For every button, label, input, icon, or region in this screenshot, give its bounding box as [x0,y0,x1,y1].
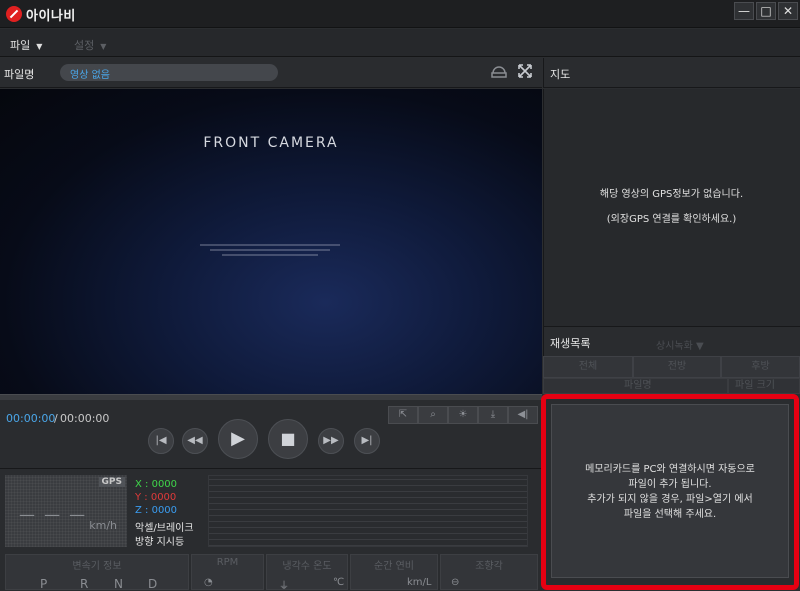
gear-panel: 변속기 정보 P R N D [5,554,189,591]
gear-n: N [114,577,123,591]
thermometer-icon: ⏚ [279,581,289,591]
fuel-header: 순간 연비 [374,561,414,572]
fine-print-line [210,249,330,251]
accel-brake-label: 악셀/브레이크 [135,523,194,534]
x-coordinate: X : 0000 [135,479,178,490]
map-title: 지도 [550,68,571,81]
gps-badge: GPS [98,477,125,487]
map-no-gps-message: 해당 영상의 GPS정보가 없습니다. [599,189,744,200]
tab-front[interactable]: 전방 [633,356,721,378]
rpm-panel: RPM ◔ [191,554,264,590]
tab-rear[interactable]: 후방 [721,356,800,378]
menu-bar [0,29,800,57]
notice-line: 추가가 되지 않을 경우, 파일>열기 에서 [587,494,753,505]
fuel-unit: km/L [407,577,432,588]
file-name-value: 영상 없음 [70,70,110,81]
export-icon[interactable]: ⇱ [388,406,418,424]
fuel-panel: 순간 연비 km/L [350,554,438,590]
gauge-icon: ◔ [204,577,213,588]
gear-header: 변속기 정보 [72,561,122,572]
gear-d: D [148,577,158,591]
playlist-empty-notice: 메모리카드를 PC와 연결하시면 자동으로 파일이 추가 됩니다. 추가가 되지… [551,404,789,578]
speed-unit: km/h [89,519,117,532]
fine-print-line [200,244,340,246]
menu-settings-label: 설정 [74,39,95,52]
map-header: 지도 [543,58,800,88]
inavi-logo-icon [6,6,22,22]
column-file-size[interactable]: 파일 크기 [728,378,800,394]
fast-forward-button[interactable]: ▶▶ [318,428,344,454]
notice-line: 파일이 추가 됩니다. [628,479,712,490]
coolant-panel: 냉각수 온도 ⏚ ℃ [266,554,348,591]
zoom-icon[interactable]: ⌕ [418,406,448,424]
menu-settings[interactable]: 설정 ▼ [74,37,106,53]
file-name-field: 영상 없음 [60,64,278,81]
caret-down-icon: ▼ [36,42,43,51]
sensor-graph [208,475,528,547]
notice-text: 메모리카드를 PC와 연결하시면 자동으로 파일이 추가 됩니다. 추가가 되지… [552,462,788,522]
current-time: 00:00:00 [6,412,56,425]
app-logo: 아이나비 [6,5,76,24]
play-button[interactable]: ▶ [218,419,258,459]
app-title: 아이나비 [26,8,76,24]
close-button[interactable]: ✕ [778,2,798,20]
total-time: 00:00:00 [60,412,110,425]
vehicle-stats: 변속기 정보 P R N D RPM ◔ 냉각수 온도 ⏚ ℃ 순간 연비 km… [0,550,542,591]
turn-signal-label: 방향 지시등 [135,537,185,548]
coolant-header: 냉각수 온도 [282,561,332,572]
caret-down-icon: ▼ [696,341,704,352]
notice-line: 메모리카드를 PC와 연결하시면 자동으로 [585,464,755,475]
gear-p: P [40,577,48,591]
map-view[interactable] [543,89,800,326]
coolant-unit: ℃ [333,577,345,588]
fine-print-line [222,254,318,256]
rpm-header: RPM [216,557,239,568]
capture-icon[interactable] [490,64,508,82]
notice-line: 파일을 선택해 주세요. [623,509,717,520]
y-coordinate: Y : 0000 [135,492,177,503]
skip-next-button[interactable]: ▶| [354,428,380,454]
map-gps-hint: (외장GPS 연결를 확인하세요.) [606,214,737,225]
speedometer: GPS — — — km/h [5,475,127,547]
video-title: FRONT CAMERA [203,135,339,151]
stop-button[interactable]: ■ [268,419,308,459]
z-coordinate: Z : 0000 [135,505,178,516]
fullscreen-icon[interactable] [516,64,534,82]
file-name-bar: 파일명 영상 없음 [0,58,542,88]
rewind-button[interactable]: ◀◀ [182,428,208,454]
title-bar [0,0,800,28]
time-separator: / [54,412,58,425]
menu-file[interactable]: 파일 ▼ [10,37,42,53]
volume-icon[interactable]: ◀| [508,406,538,424]
brightness-icon[interactable]: ☀ [448,406,478,424]
sensor-panel: GPS — — — km/h X : 0000 Y : 0000 Z : 000… [0,468,542,550]
steering-header: 조향각 [475,561,503,572]
gear-r: R [80,577,89,591]
playlist-title: 재생목록 [550,337,591,350]
tab-all[interactable]: 전체 [543,356,633,378]
file-name-label: 파일명 [4,68,35,81]
playlist-sort-dropdown[interactable]: 상시녹화 ▼ [656,337,704,352]
steering-wheel-icon: ⊖ [451,577,460,588]
menu-file-label: 파일 [10,39,31,52]
column-file-name[interactable]: 파일명 [543,378,728,394]
download-icon[interactable]: ⤓ [478,406,508,424]
minimize-button[interactable]: — [734,2,754,20]
steering-panel: 조향각 ⊖ [440,554,538,590]
skip-previous-button[interactable]: |◀ [148,428,174,454]
maximize-button[interactable]: □ [756,2,776,20]
playlist-header: 재생목록 상시녹화 ▼ [543,326,800,356]
caret-down-icon: ▼ [100,42,107,51]
playlist-sort-value: 상시녹화 [656,341,693,352]
speed-value: — — — [19,505,88,524]
